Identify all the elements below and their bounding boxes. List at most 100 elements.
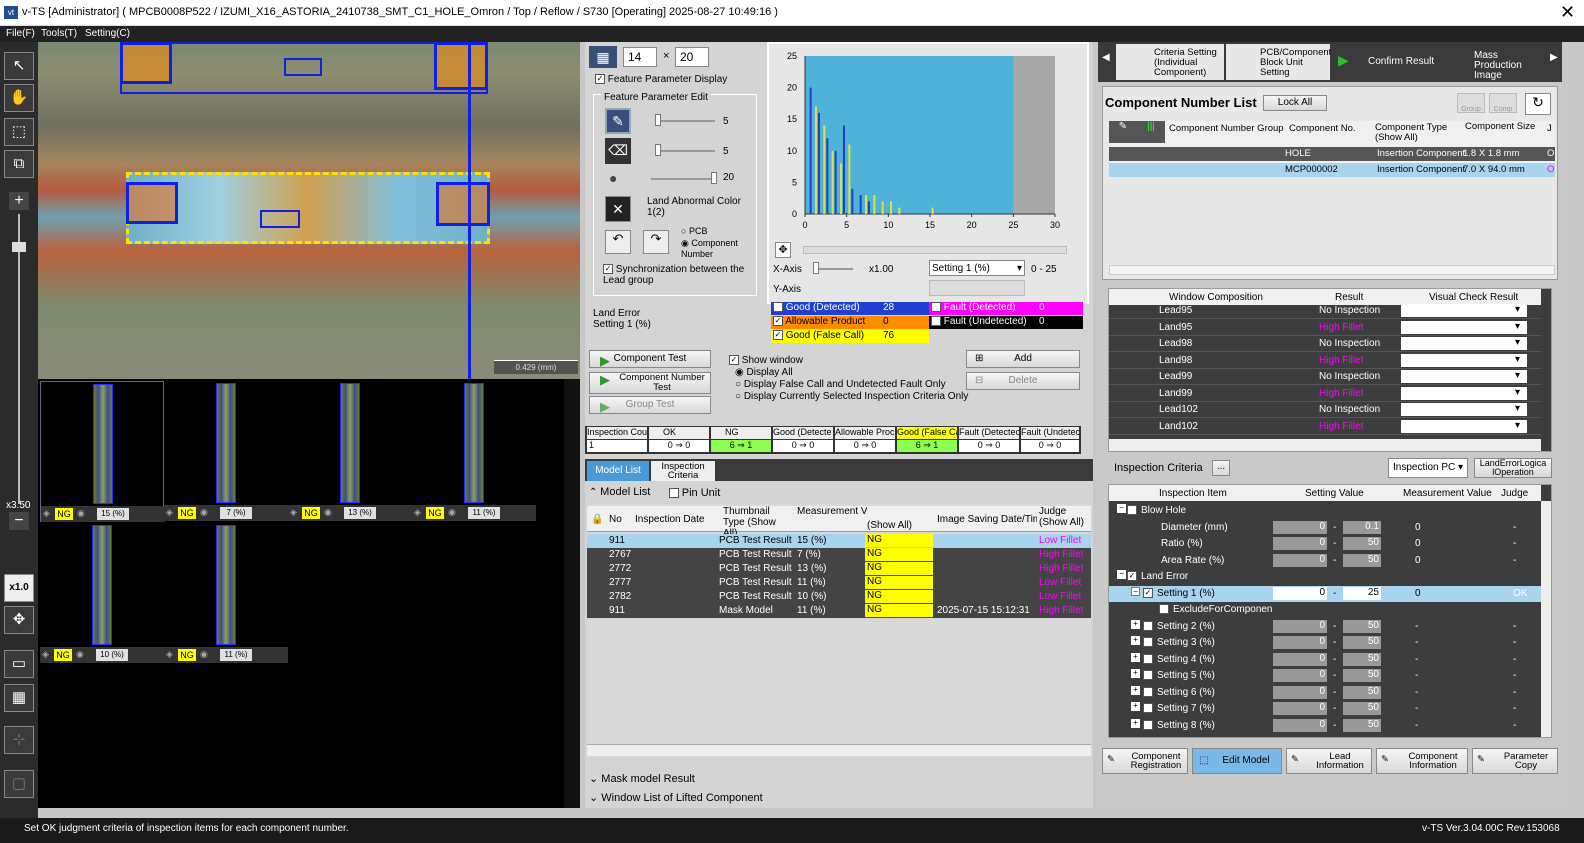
zoom-slider-thumb[interactable]	[12, 242, 26, 252]
grid-icon[interactable]: ▦	[589, 46, 617, 68]
component-registration-button[interactable]: ✎ Component Registration	[1102, 748, 1188, 774]
eraser-size-thumb[interactable]	[655, 144, 661, 156]
eye-icon[interactable]: ◉	[77, 508, 89, 520]
pin-unit-checkbox[interactable]: Pin Unit	[669, 487, 720, 499]
tree-toggle-icon[interactable]: +	[1131, 685, 1140, 695]
table-row[interactable]: 2767 PCB Test Result 7 (%) NG High Fille…	[587, 548, 1091, 562]
window-comp-row[interactable]: Lead99 No Inspection ▾	[1109, 369, 1541, 385]
thumbnail-item[interactable]: ◈ NG ◉ 11 (%)	[412, 381, 536, 522]
tree-toggle-icon[interactable]: +	[1131, 652, 1140, 662]
legend-allowable[interactable]: ✓ Allowable Product 0	[771, 316, 929, 329]
land-window[interactable]	[434, 42, 488, 90]
tree-toggle-icon[interactable]: +	[1131, 619, 1140, 629]
menu-setting[interactable]: Setting(C)	[85, 28, 130, 39]
edit-model-button[interactable]: ⬚ Edit Model	[1192, 748, 1282, 774]
model-list-header[interactable]: ⌃ Model List	[589, 486, 650, 498]
thumbnail-item[interactable]: ◈ NG ◉ 11 (%)	[164, 523, 288, 664]
setting-min-input[interactable]: 0	[1273, 619, 1327, 633]
criteria-checkbox[interactable]: ✓	[1143, 587, 1153, 598]
tree-toggle-icon[interactable]: −	[1131, 586, 1140, 596]
visual-check-select[interactable]	[1401, 386, 1527, 400]
criteria-row[interactable]: − ✓ Setting 1 (%) 0-25 0 OK	[1109, 585, 1541, 602]
setting-min-input[interactable]: 0	[1273, 636, 1327, 649]
window-icon[interactable]: ▭	[4, 650, 34, 678]
col-judge-filter[interactable]: (Show All)	[867, 520, 912, 531]
setting-min-input[interactable]: 0	[1273, 537, 1327, 550]
comp-table-hscroll[interactable]	[1109, 265, 1555, 275]
pointer-icon[interactable]: ↖	[4, 52, 34, 80]
radio-display-all[interactable]: ◉ Display All	[735, 367, 793, 378]
component-information-button[interactable]: ✎ Component Information	[1376, 748, 1468, 774]
inspection-pc-select[interactable]: Inspection PC ▾	[1388, 458, 1468, 478]
nav-criteria-setting[interactable]: Criteria Setting (Individual Component)	[1116, 44, 1224, 80]
table-row[interactable]: 2782 PCB Test Result 10 (%) NG Low Fille…	[587, 590, 1091, 604]
lifted-window-expander[interactable]: ⌄ Window List of Lifted Component	[589, 791, 763, 804]
chart-fit-icon[interactable]: ✥	[775, 242, 791, 258]
visual-check-select[interactable]	[1401, 320, 1527, 334]
table-row[interactable]: 2777 PCB Test Result 11 (%) NG Low Fille…	[587, 576, 1091, 590]
select-box-icon[interactable]: ⬚	[4, 118, 34, 146]
eye-icon[interactable]: ◉	[200, 507, 212, 519]
pen-icon[interactable]: ✎	[605, 108, 631, 134]
window-comp-row[interactable]: Lead102 No Inspection ▾	[1109, 402, 1541, 418]
grid-height-input[interactable]: 20	[675, 47, 709, 67]
close-icon[interactable]: ✕	[1560, 2, 1575, 23]
clear-icon[interactable]: ✕	[605, 196, 631, 222]
setting-min-input[interactable]: 0	[1273, 652, 1327, 666]
zoom-out-icon[interactable]: −	[9, 512, 29, 530]
table-row[interactable]: 911 PCB Test Result 15 (%) NG Low Fillet	[587, 534, 1091, 548]
col-comp-type[interactable]: Component Type (Show All)	[1375, 123, 1455, 143]
setting-min-input[interactable]: 0	[1273, 718, 1327, 732]
window-comp-row[interactable]: Lead95 No Inspection ▾	[1109, 303, 1541, 319]
thumbnail-item[interactable]: ◈ NG ◉ 10 (%)	[40, 523, 164, 664]
window-comp-row[interactable]: Land95 High Fillet ▾	[1109, 320, 1541, 336]
model-table-hscroll[interactable]	[587, 744, 1091, 756]
legend-good-false-call[interactable]: ✓ Good (False Call) 76	[771, 330, 929, 343]
zoom-in-icon[interactable]: +	[9, 192, 29, 210]
visual-check-select[interactable]	[1401, 419, 1527, 433]
window-comp-hscroll[interactable]	[1109, 439, 1541, 451]
criteria-checkbox[interactable]	[1143, 703, 1153, 713]
x-axis-thumb[interactable]	[813, 262, 819, 274]
criteria-row[interactable]: Diameter (mm) 0-0.1 0-	[1109, 520, 1541, 536]
setting-max-input[interactable]: 50	[1343, 636, 1381, 649]
criteria-row[interactable]: + Setting 7 (%) 0-50- -	[1109, 701, 1541, 717]
tree-toggle-icon[interactable]: −	[1117, 504, 1126, 513]
lock-all-button[interactable]: Lock All	[1263, 95, 1327, 111]
table-row[interactable]: 911 Mask Model 11 (%) NG 2025-07-15 15:1…	[587, 604, 1091, 618]
criteria-checkbox[interactable]	[1143, 620, 1153, 631]
criteria-row[interactable]: + Setting 8 (%) 0-50- -	[1109, 718, 1541, 734]
window-comp-row[interactable]: Land98 High Fillet ▾	[1109, 353, 1541, 369]
tree-toggle-icon[interactable]: +	[1131, 718, 1140, 728]
pen-size-thumb[interactable]	[655, 114, 661, 126]
setting-max-input[interactable]: 50	[1343, 652, 1381, 666]
hand-icon[interactable]: ✋	[4, 84, 34, 112]
parameter-copy-button[interactable]: ✎ Parameter Copy	[1472, 748, 1558, 774]
criteria-checkbox[interactable]	[1143, 670, 1153, 680]
component-test-button[interactable]: ▶ Component Test	[589, 350, 711, 368]
criteria-row[interactable]: Area Rate (%) 0-50 0-	[1109, 553, 1541, 569]
show-window-checkbox[interactable]: ✓ Show window	[729, 355, 803, 366]
criteria-row[interactable]: + Setting 6 (%) 0-50- -	[1109, 685, 1541, 701]
criteria-checkbox[interactable]	[1143, 686, 1153, 697]
col-judge[interactable]: Judge (Show All)	[1039, 506, 1089, 528]
setting-max-input[interactable]: 0.1	[1343, 520, 1381, 534]
brush-icon[interactable]: ●	[609, 170, 617, 186]
multi-select-icon[interactable]: ⧉	[4, 150, 34, 178]
criteria-more-button[interactable]: ...	[1212, 460, 1230, 476]
window-comp-row[interactable]: Land99 High Fillet ▾	[1109, 386, 1541, 402]
criteria-row[interactable]: + Setting 5 (%) 0-50- -	[1109, 668, 1541, 684]
setting-min-input[interactable]: 0	[1273, 702, 1327, 715]
brush-size-slider[interactable]	[651, 178, 717, 180]
criteria-row[interactable]: − Blow Hole	[1109, 503, 1541, 519]
tree-toggle-icon[interactable]: +	[1131, 636, 1140, 645]
nav-pcb-block[interactable]: PCB/Component Block Unit Setting	[1226, 44, 1331, 80]
menu-file[interactable]: File(F)	[6, 28, 35, 39]
setting-max-input[interactable]: 50	[1343, 553, 1381, 567]
setting-min-input[interactable]: 0	[1273, 586, 1327, 600]
camera-image-view[interactable]: 0.429 (mm)	[38, 42, 580, 379]
histogram-chart[interactable]: 0 5 10 15 20 25 30 0 5 10 15 20 25	[769, 48, 1087, 238]
x-axis-slider[interactable]	[813, 268, 853, 270]
criteria-vscroll[interactable]	[1541, 501, 1551, 737]
visual-check-select[interactable]	[1401, 337, 1527, 350]
